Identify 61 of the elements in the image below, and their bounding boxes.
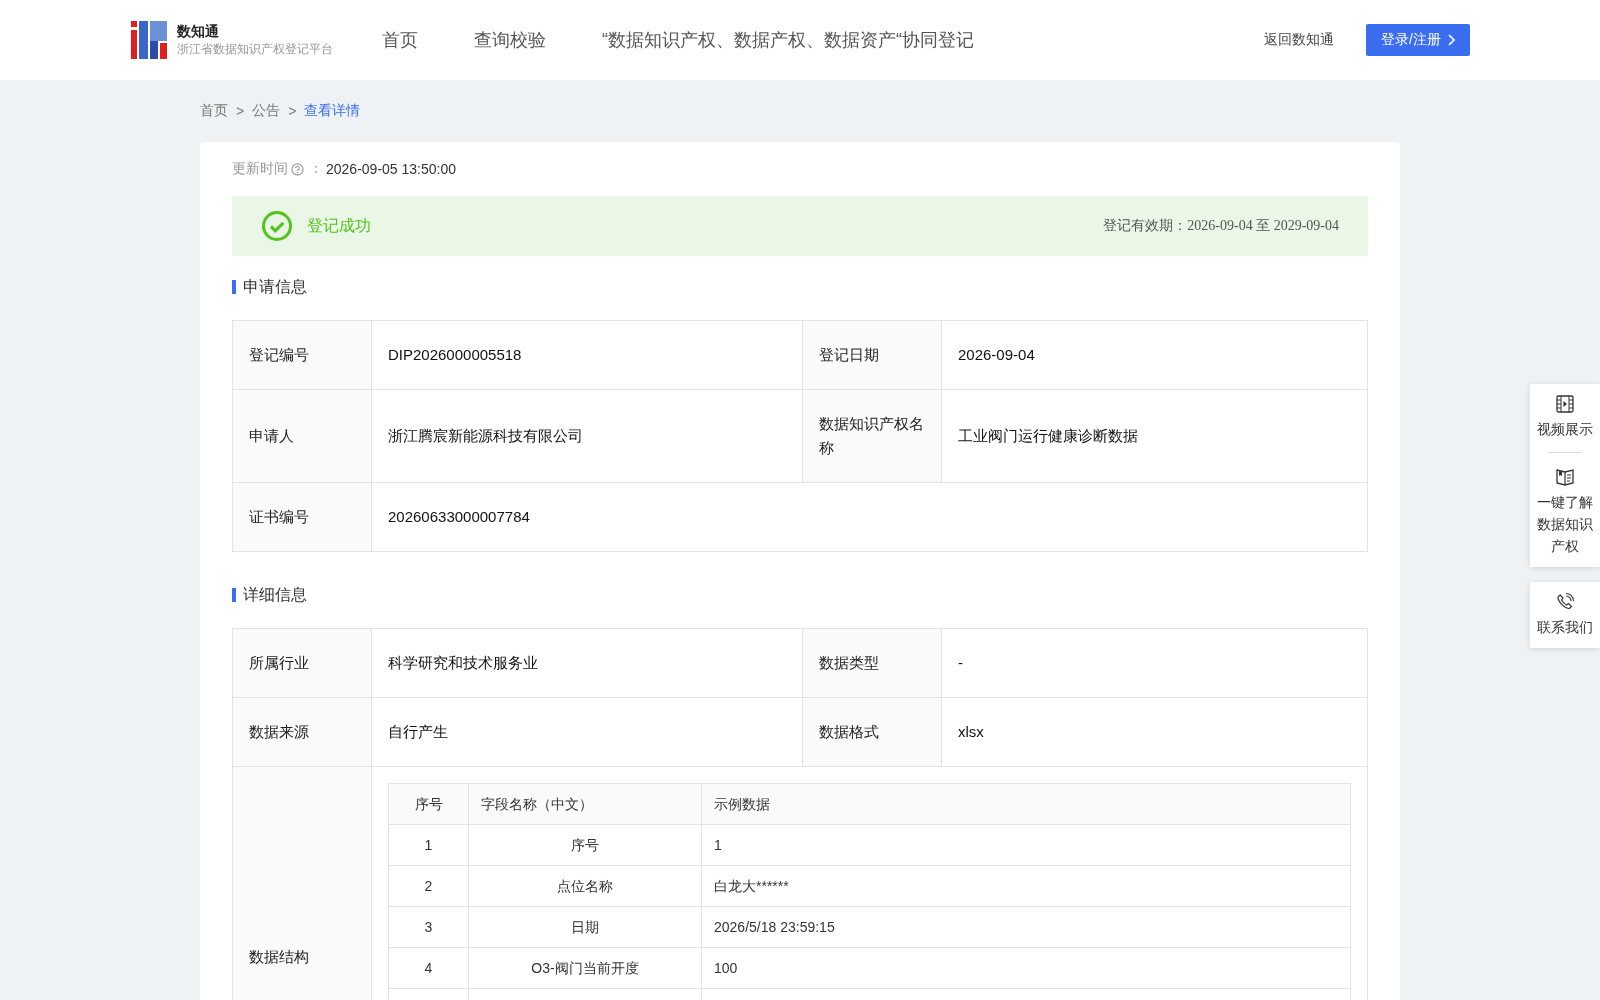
field-label: 数据格式 (803, 698, 942, 767)
section-title: 申请信息 (243, 276, 307, 297)
chevron-right-icon (1447, 34, 1455, 46)
field-label: 登记编号 (233, 321, 372, 390)
field-value: 工业阀门运行健康诊断数据 (942, 390, 1368, 483)
table-cell: 100 (702, 948, 1351, 989)
site-title: 数知通 (177, 22, 220, 40)
table-cell: 3 (389, 907, 469, 948)
login-button[interactable]: 登录/注册 (1366, 24, 1470, 56)
section-title: 详细信息 (243, 584, 307, 605)
film-icon (1555, 394, 1575, 414)
field-value: - (942, 629, 1368, 698)
breadcrumb-separator: > (236, 103, 245, 119)
update-time: 2026-09-05 13:50:00 (326, 161, 456, 177)
nav-link[interactable]: 首页 (382, 28, 418, 52)
table-cell: 4 (389, 948, 469, 989)
field-label: 申请人 (233, 390, 372, 483)
phone-icon (1555, 592, 1575, 612)
column-header: 示例数据 (702, 784, 1351, 825)
table-cell: 序号 (469, 825, 702, 866)
table-cell: 点位名称 (469, 866, 702, 907)
field-value: 2026-09-04 (942, 321, 1368, 390)
field-label: 所属行业 (233, 629, 372, 698)
site-subtitle: 浙江省数据知识产权登记平台 (177, 41, 333, 58)
nav-link[interactable]: 查询校验 (474, 28, 546, 52)
table-cell: 2026/5/18 23:59:15 (702, 907, 1351, 948)
field-label: 证书编号 (233, 483, 372, 552)
book-icon (1555, 467, 1575, 487)
check-circle-icon (261, 210, 293, 242)
column-header: 序号 (389, 784, 469, 825)
field-label: 数据类型 (803, 629, 942, 698)
breadcrumb-link[interactable]: 公告 (252, 102, 281, 120)
field-label: 数据知识产权名称 (803, 390, 942, 483)
status-text: 登记成功 (307, 215, 371, 236)
breadcrumb-separator: > (288, 103, 297, 119)
side-link[interactable]: 联系我们 (1530, 592, 1600, 638)
table-cell: 1 (389, 825, 469, 866)
field-value: xlsx (942, 698, 1368, 767)
table-cell: 2 (389, 866, 469, 907)
update-label: 更新时间 (232, 160, 288, 178)
help-icon[interactable] (291, 162, 304, 176)
validity-period: 登记有效期：2026-09-04 至 2029-09-04 (1103, 217, 1339, 235)
section-marker (232, 588, 236, 602)
field-label: 登记日期 (803, 321, 942, 390)
field-label: 数据来源 (233, 698, 372, 767)
field-value: 20260633000007784 (372, 483, 1368, 552)
nav-link[interactable]: “数据知识产权、数据产权、数据资产“协同登记 (602, 28, 974, 52)
table-cell: 1 (702, 825, 1351, 866)
table-cell: 白龙大****** (702, 866, 1351, 907)
column-header: 字段名称（中文） (469, 784, 702, 825)
field-label: 数据结构 (233, 767, 372, 1000)
colon-separator: ： (308, 160, 324, 178)
back-link[interactable]: 返回数知通 (1264, 31, 1335, 49)
breadcrumb-link[interactable]: 首页 (200, 102, 228, 120)
breadcrumb-link[interactable]: 查看详情 (304, 102, 361, 120)
table-cell: O3-阀门当前开度 (469, 948, 702, 989)
section-marker (232, 280, 236, 294)
side-link[interactable]: 一键了解数据知识产权 (1530, 467, 1600, 557)
side-link[interactable]: 视频展示 (1530, 394, 1600, 440)
table-cell: 日期 (469, 907, 702, 948)
logo-icon (131, 21, 167, 59)
